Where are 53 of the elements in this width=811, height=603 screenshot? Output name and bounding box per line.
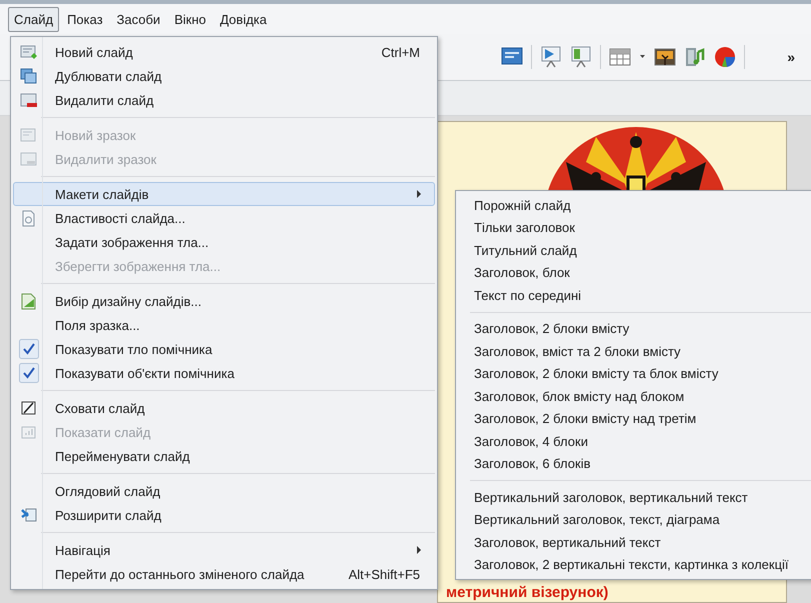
menu-item[interactable]: Дублювати слайд xyxy=(13,64,435,88)
pie-chart-icon[interactable] xyxy=(714,46,736,68)
presentation-icon[interactable] xyxy=(540,46,562,68)
presentation-icon[interactable] xyxy=(570,46,592,68)
menu-item[interactable]: Тільки заголовок xyxy=(456,216,811,239)
menu-item[interactable]: Показ xyxy=(61,6,109,32)
menu-item[interactable]: Вікно xyxy=(168,6,212,32)
menu-item[interactable]: Вибір дизайну слайдів... xyxy=(13,289,435,313)
slide-text: метричний візерунок) xyxy=(446,584,608,601)
menu-item[interactable]: Слайд xyxy=(8,6,60,32)
menu-item[interactable]: Розширити слайд xyxy=(13,503,435,527)
menu-item[interactable]: Задати зображення тла... xyxy=(13,230,435,254)
menu-item[interactable]: Текст по середині xyxy=(456,284,811,306)
menu-item[interactable]: Заголовок, вертикальний текст xyxy=(456,531,811,554)
menu-item[interactable]: Заголовок, 2 блоки вмісту над третім xyxy=(456,408,811,430)
menu-item[interactable]: Властивості слайда... xyxy=(13,206,435,230)
menu-item[interactable]: Перейти до останнього зміненого слайда Alt+Shift+F5 xyxy=(13,562,435,586)
show-slide-icon xyxy=(20,424,38,440)
menu-item[interactable]: Довідка xyxy=(214,6,273,32)
menu-item[interactable]: Вертикальний заголовок, текст, діаграма xyxy=(456,508,811,531)
menu-item[interactable]: Заголовок, 4 блоки xyxy=(456,430,811,452)
menu-item[interactable]: Вертикальний заголовок, вертикальний текст xyxy=(456,486,811,508)
menu-item[interactable]: Засоби xyxy=(110,6,166,32)
menu-item[interactable]: Перейменувати слайд xyxy=(13,444,435,468)
new-slide-icon xyxy=(20,44,38,60)
delete-slide-icon xyxy=(20,92,38,108)
slide-icon xyxy=(20,126,38,144)
film-icon[interactable] xyxy=(684,46,706,68)
menu-item[interactable]: Титульний слайд xyxy=(456,239,811,262)
menu-item[interactable]: Заголовок, 2 вертикальні тексти, картинка з колекції xyxy=(456,554,811,576)
hide-slide-icon xyxy=(20,400,38,416)
menu-item[interactable]: Показувати тло помічника xyxy=(13,337,435,361)
menu-item[interactable]: Оглядовий слайд xyxy=(13,479,435,503)
menu-item[interactable]: Сховати слайд xyxy=(13,396,435,420)
image-icon[interactable] xyxy=(654,46,676,68)
menu-item[interactable]: Заголовок, 2 блоки вмісту xyxy=(456,318,811,340)
menu-item[interactable]: Поля зразка... xyxy=(13,313,435,337)
menu-item[interactable]: Макети слайдів xyxy=(13,182,435,206)
menu-item[interactable]: Заголовок, вміст та 2 блоки вмісту xyxy=(456,340,811,362)
menu-item[interactable]: Заголовок, 2 блоки вмісту та блок вмісту xyxy=(456,362,811,385)
duplicate-slide-icon xyxy=(20,68,38,84)
menu-item[interactable]: Новий слайд Ctrl+M xyxy=(13,40,435,64)
menu-item[interactable]: Показувати об'єкти помічника xyxy=(13,361,435,385)
menu-item[interactable]: Заголовок, блок xyxy=(456,262,811,284)
menu-item[interactable]: Заголовок, 6 блоків xyxy=(456,452,811,475)
expand-slide-icon xyxy=(20,506,38,524)
slide-icon xyxy=(20,150,38,168)
overflow-button[interactable]: » xyxy=(783,47,799,67)
table-icon[interactable] xyxy=(609,46,632,68)
menu-item[interactable]: Навігація xyxy=(13,538,435,562)
menu-item[interactable]: Заголовок, блок вмісту над блоком xyxy=(456,385,811,408)
menu-item[interactable]: Порожній слайд xyxy=(456,194,811,216)
design-icon xyxy=(20,292,38,310)
